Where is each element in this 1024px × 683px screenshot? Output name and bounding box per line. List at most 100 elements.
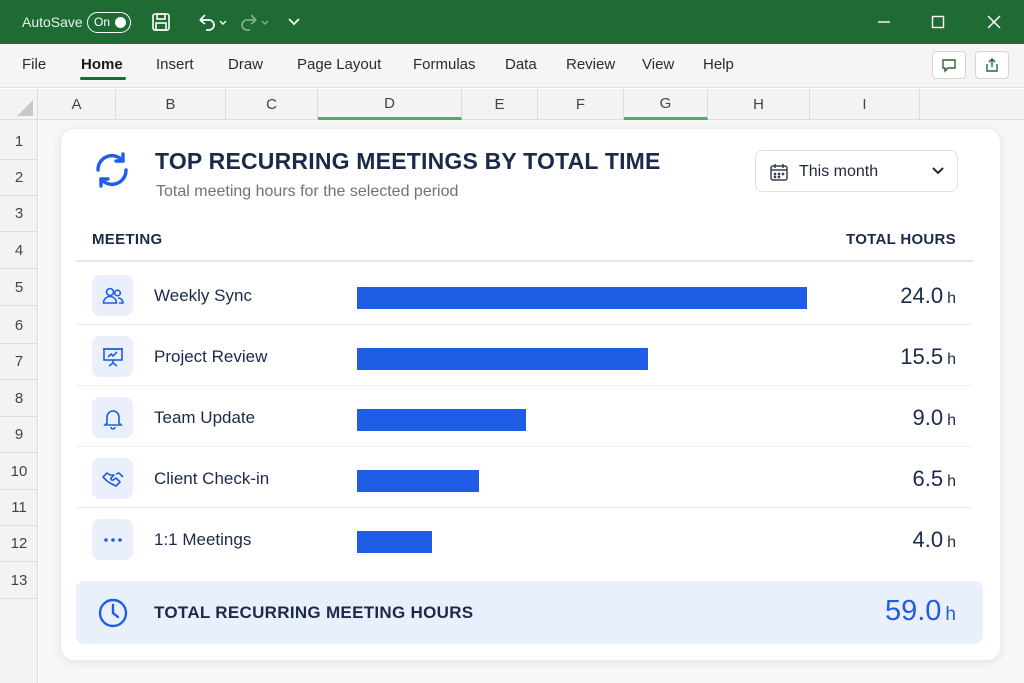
hours-unit: h <box>947 412 956 429</box>
hours-value: 4.0 h <box>913 527 957 553</box>
tab-file[interactable]: File <box>22 56 46 73</box>
row-header[interactable]: 4 <box>0 233 38 269</box>
header-divider <box>76 260 973 262</box>
row-header[interactable]: 3 <box>0 196 38 232</box>
total-label: TOTAL RECURRING MEETING HOURS <box>154 603 474 622</box>
list-item: Project Review 15.5 h <box>76 325 973 386</box>
tab-home[interactable]: Home <box>81 56 123 73</box>
hours-unit: h <box>947 290 956 307</box>
people-icon <box>92 275 133 316</box>
list-item: Weekly Sync 24.0 h <box>76 264 973 325</box>
column-header[interactable]: E <box>462 89 538 120</box>
ribbon: File Home Insert Draw Page Layout Formul… <box>0 44 1024 88</box>
column-title-meeting: MEETING <box>92 231 163 248</box>
presentation-icon <box>92 336 133 377</box>
tab-view[interactable]: View <box>642 56 674 73</box>
hours-value: 15.5 h <box>900 344 956 370</box>
tab-draw[interactable]: Draw <box>228 56 263 73</box>
card-title: TOP RECURRING MEETINGS BY TOTAL TIME <box>155 148 661 174</box>
hours-number: 6.5 <box>912 466 944 491</box>
bar <box>357 409 526 431</box>
customize-toolbar-icon[interactable] <box>286 11 302 33</box>
tab-page-layout[interactable]: Page Layout <box>297 56 381 73</box>
select-all-corner[interactable] <box>0 89 38 120</box>
chevron-down-icon <box>932 167 944 175</box>
share-icon <box>986 58 998 72</box>
title-bar: AutoSave On <box>0 0 1024 44</box>
row-header[interactable]: 10 <box>0 454 38 490</box>
column-header[interactable]: D <box>318 89 462 120</box>
row-header[interactable]: 11 <box>0 490 38 526</box>
row-header[interactable]: 6 <box>0 308 38 344</box>
total-number: 59.0 <box>884 595 942 627</box>
autosave-state: On <box>94 15 111 29</box>
redo-icon[interactable] <box>238 11 272 33</box>
hours-number: 9.0 <box>912 405 944 430</box>
column-header[interactable]: I <box>810 89 920 120</box>
hours-number: 24.0 <box>900 283 944 308</box>
close-icon[interactable] <box>982 11 1006 33</box>
tab-formulas[interactable]: Formulas <box>413 56 476 73</box>
row-header[interactable]: 7 <box>0 344 38 380</box>
column-header-bar: A B C D E F G H I <box>0 89 1024 120</box>
undo-icon[interactable] <box>196 11 230 33</box>
minimize-icon[interactable] <box>872 11 896 33</box>
total-unit: h <box>945 604 956 625</box>
tab-insert[interactable]: Insert <box>156 56 194 73</box>
hours-unit: h <box>947 473 956 490</box>
row-header[interactable]: 5 <box>0 270 38 306</box>
period-value: This month <box>799 163 879 180</box>
hours-value: 6.5 h <box>913 466 957 492</box>
tab-review[interactable]: Review <box>566 56 615 73</box>
column-header[interactable]: C <box>226 89 318 120</box>
card-subtitle: Total meeting hours for the selected per… <box>156 183 459 200</box>
row-header[interactable]: 13 <box>0 563 38 599</box>
meeting-name: Weekly Sync <box>154 286 252 305</box>
column-header[interactable]: A <box>38 89 116 120</box>
comments-button[interactable] <box>932 51 966 79</box>
row-header[interactable]: 12 <box>0 526 38 562</box>
tab-help[interactable]: Help <box>703 56 734 73</box>
toggle-knob <box>115 17 126 28</box>
row-header[interactable]: 9 <box>0 417 38 453</box>
save-icon[interactable] <box>150 11 172 33</box>
row-header[interactable]: 1 <box>0 124 38 160</box>
maximize-icon[interactable] <box>926 11 950 33</box>
recurring-icon <box>92 150 132 190</box>
row-header[interactable]: 8 <box>0 381 38 417</box>
total-row: TOTAL RECURRING MEETING HOURS 59.0 h <box>76 581 983 644</box>
share-button[interactable] <box>975 51 1009 79</box>
comment-icon <box>942 59 956 73</box>
bar <box>357 348 648 370</box>
period-select[interactable]: This month <box>755 150 958 192</box>
hours-unit: h <box>947 534 956 551</box>
bar <box>357 470 479 492</box>
calendar-icon <box>770 164 788 181</box>
bar <box>357 287 807 309</box>
column-header[interactable]: F <box>538 89 624 120</box>
active-tab-indicator <box>80 77 126 80</box>
autosave-label: AutoSave <box>22 14 83 30</box>
row-header-bar: 1 2 3 4 5 6 7 8 9 10 11 12 13 <box>0 120 38 683</box>
tab-data[interactable]: Data <box>505 56 537 73</box>
hours-unit: h <box>947 351 956 368</box>
meeting-name: Client Check-in <box>154 469 270 488</box>
hours-number: 15.5 <box>900 344 944 369</box>
total-value: 59.0 h <box>885 595 956 628</box>
autosave-toggle[interactable]: On <box>87 12 131 33</box>
column-title-hours: TOTAL HOURS <box>846 231 956 248</box>
bell-icon <box>92 397 133 438</box>
list-item: 1:1 Meetings 4.0 h <box>76 508 973 569</box>
bar <box>357 531 432 553</box>
column-header[interactable]: B <box>116 89 226 120</box>
meeting-name: Project Review <box>154 347 268 366</box>
row-header[interactable]: 2 <box>0 160 38 196</box>
more-icon <box>92 519 133 560</box>
list-item: Team Update 9.0 h <box>76 386 973 447</box>
clock-icon <box>98 598 128 628</box>
hours-value: 9.0 h <box>913 405 957 431</box>
column-header[interactable]: H <box>708 89 810 120</box>
column-header[interactable]: G <box>624 89 708 120</box>
list-item: Client Check-in 6.5 h <box>76 447 973 508</box>
hours-number: 4.0 <box>912 527 944 552</box>
